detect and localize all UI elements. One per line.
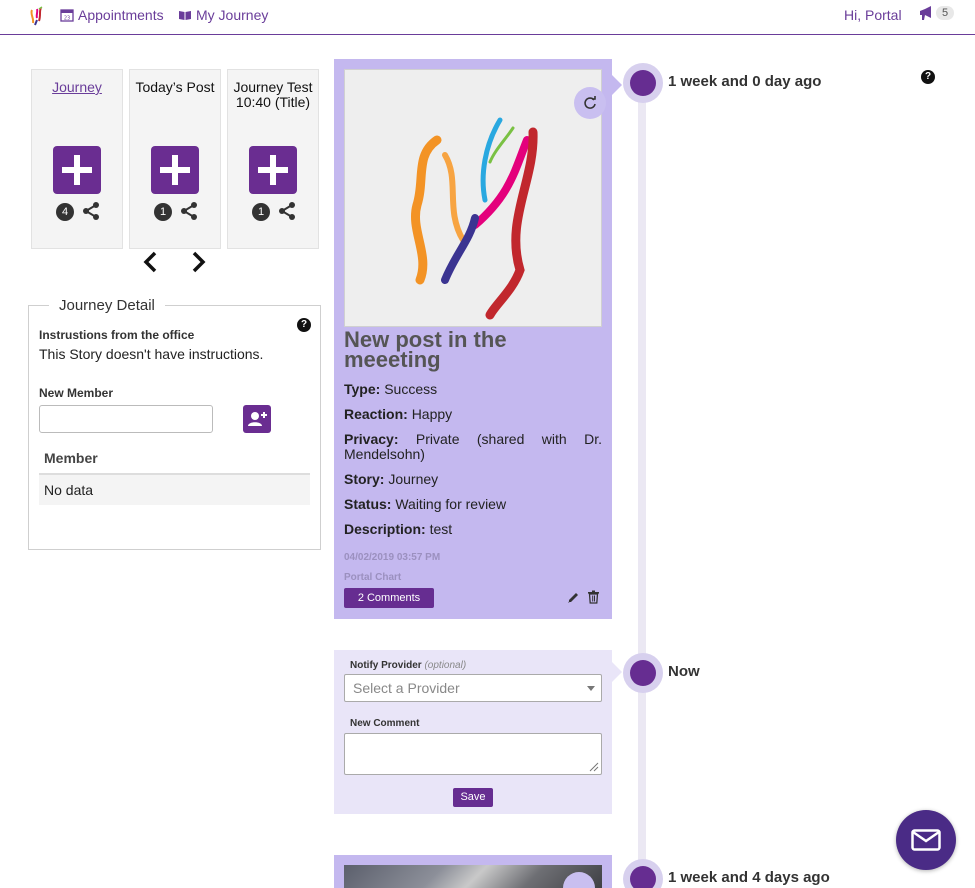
field-label: Reaction: [344, 406, 408, 422]
share-icon[interactable] [179, 201, 199, 221]
share-icon[interactable] [277, 201, 297, 221]
open-book-icon [179, 11, 191, 20]
field-label: Privacy: [344, 431, 399, 447]
megaphone-icon [920, 6, 931, 20]
comments-button[interactable]: 2 Comments [344, 588, 434, 608]
story-title-link[interactable]: Journey [32, 80, 122, 95]
messages-fab-button[interactable] [896, 810, 956, 870]
optional-hint: (optional) [424, 660, 467, 671]
new-member-label: New Member [39, 386, 114, 400]
calendar-icon: 23 [60, 9, 74, 22]
story-card-todays-post: Today’s Post 1 [129, 69, 221, 249]
timeline-dot [623, 63, 663, 103]
add-post-button[interactable] [151, 146, 199, 194]
notify-provider-label: Notify Provider (optional) [350, 660, 466, 671]
post-description-field: Description: test [344, 522, 602, 537]
post-chart-name: Portal Chart [344, 572, 402, 583]
field-value: Journey [388, 471, 439, 487]
post-count-badge: 1 [252, 203, 270, 221]
trash-icon[interactable] [587, 590, 600, 604]
field-label: Description: [344, 521, 426, 537]
pencil-icon[interactable] [567, 591, 580, 604]
notification-count-badge: 5 [936, 6, 955, 20]
field-value: Happy [411, 406, 453, 422]
journey-detail-panel: Journey Detail ? Instrustions from the o… [28, 297, 321, 550]
provider-select[interactable]: Select a Provider [344, 674, 602, 702]
svg-text:23: 23 [64, 16, 70, 22]
envelope-icon [911, 829, 941, 851]
post-count-badge: 4 [56, 203, 74, 221]
new-comment-label: New Comment [350, 718, 420, 729]
chevron-right-icon[interactable] [188, 250, 208, 274]
field-value: Success [384, 381, 438, 397]
help-icon[interactable]: ? [297, 318, 311, 332]
timeline-label: 1 week and 4 days ago [668, 869, 830, 886]
save-comment-button[interactable]: Save [453, 788, 493, 807]
story-title: Today’s Post [135, 79, 215, 95]
refresh-button[interactable] [574, 87, 606, 119]
field-label: Status: [344, 496, 392, 512]
field-label: Story: [344, 471, 385, 487]
post-date: 04/02/2019 03:57 PM [344, 552, 441, 563]
help-icon[interactable]: ? [921, 70, 935, 84]
field-value: Waiting for review [395, 496, 507, 512]
add-member-button[interactable] [243, 405, 271, 433]
post-image[interactable] [344, 69, 606, 327]
resize-grip-icon[interactable] [589, 762, 599, 772]
story-card-journey: Journey 4 [31, 69, 123, 249]
new-member-input[interactable] [39, 405, 213, 433]
nav-appointments-label: Appointments [78, 7, 164, 23]
instructions-label: Instrustions from the office [39, 328, 195, 342]
field-value: test [429, 521, 453, 537]
instructions-text: This Story doesn't have instructions. [39, 346, 264, 362]
nav-my-journey-label: My Journey [196, 7, 269, 23]
post-count-badge: 1 [154, 203, 172, 221]
top-nav-bar: 23 Appointments My Journey Hi, Portal 5 [0, 0, 975, 35]
nav-my-journey-link[interactable]: My Journey [178, 7, 268, 23]
caret-down-icon [587, 686, 595, 691]
field-label: Type: [344, 381, 381, 397]
post-status-field: Status: Waiting for review [344, 497, 602, 512]
refresh-icon [584, 96, 596, 109]
timeline-label: Now [668, 663, 700, 680]
timeline-dot [623, 859, 663, 888]
story-card-journey-test: Journey Test 10:40 (Title) 1 [227, 69, 319, 249]
post-card: New post in the meeeting Type: Success R… [334, 59, 622, 619]
nav-appointments-link[interactable]: 23 Appointments [60, 7, 164, 23]
post-story-field: Story: Journey [344, 472, 602, 487]
chevron-left-icon[interactable] [141, 250, 161, 274]
add-post-button[interactable] [249, 146, 297, 194]
post-privacy-field: Privacy: Private (shared with Dr. Mendel… [344, 432, 602, 462]
story-title: Journey Test 10:40 (Title) [233, 79, 313, 110]
user-greeting[interactable]: Hi, Portal [844, 7, 902, 23]
member-table-header: Member [39, 445, 310, 475]
post-card [334, 855, 612, 888]
notifications-button[interactable]: 5 [918, 5, 955, 21]
add-user-icon [248, 412, 267, 426]
timeline-dot [623, 653, 663, 693]
notify-provider-text: Notify Provider [350, 660, 422, 671]
member-table-empty-row: No data [39, 475, 310, 505]
post-type-field: Type: Success [344, 382, 602, 397]
brand-logo-illustration [411, 117, 538, 320]
timeline-label: 1 week and 0 day ago [668, 73, 822, 90]
new-comment-textarea[interactable] [344, 733, 602, 775]
new-comment-card: Notify Provider (optional) Select a Prov… [334, 650, 622, 814]
provider-select-placeholder: Select a Provider [353, 680, 460, 696]
share-icon[interactable] [81, 201, 101, 221]
journey-detail-legend: Journey Detail [49, 297, 165, 314]
brand-logo[interactable] [28, 6, 48, 26]
timeline-line [638, 80, 646, 888]
add-post-button[interactable] [53, 146, 101, 194]
post-reaction-field: Reaction: Happy [344, 407, 602, 422]
post-title: New post in the meeeting [344, 327, 507, 372]
